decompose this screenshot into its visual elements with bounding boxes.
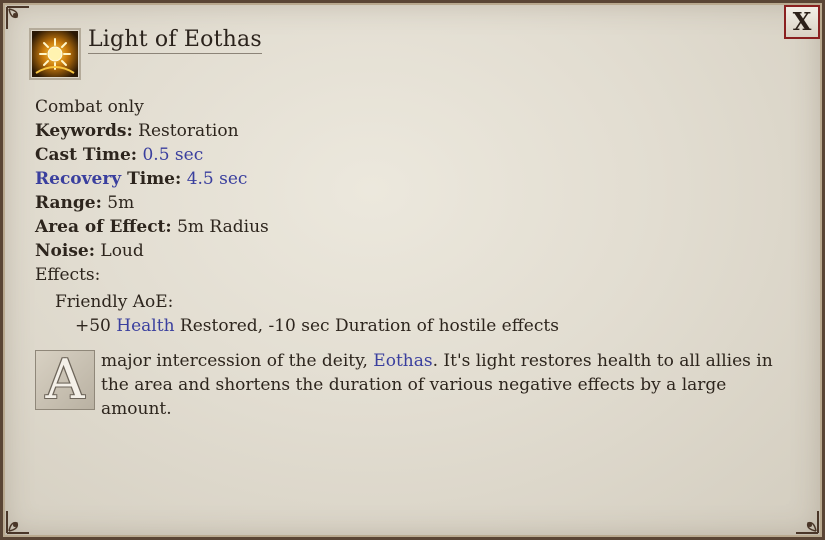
ability-description: A major intercession of the deity, Eotha…	[35, 349, 775, 421]
recovery-time-value: 4.5 sec	[186, 169, 248, 189]
ability-tooltip-panel: X Light of Eothas Combat only Keywords: …	[0, 0, 825, 540]
recovery-time-label: Time:	[121, 169, 182, 189]
recovery-link[interactable]: Recovery	[35, 169, 121, 189]
cast-time-value: 0.5 sec	[142, 145, 204, 165]
friendly-aoe-label: Friendly AoE:	[55, 292, 174, 312]
ability-title: Light of Eothas	[88, 27, 262, 54]
range-label: Range:	[35, 193, 102, 213]
cast-time-row: Cast Time: 0.5 sec	[35, 143, 559, 167]
recovery-time-row: Recovery Time: 4.5 sec	[35, 167, 559, 191]
close-button-label: X	[792, 7, 812, 36]
health-link[interactable]: Health	[116, 316, 174, 336]
range-row: Range: 5m	[35, 191, 559, 215]
effect-prefix: +50	[75, 316, 117, 336]
noise-row: Noise: Loud	[35, 239, 559, 263]
cast-time-label: Cast Time:	[35, 145, 138, 165]
area-of-effect-label: Area of Effect:	[35, 217, 172, 237]
ability-stats: Combat only Keywords: Restoration Cast T…	[35, 95, 559, 338]
sun-burst-icon	[32, 31, 78, 77]
drop-cap-initial: A	[35, 350, 95, 410]
effect-line: +50 Health Restored, -10 sec Duration of…	[35, 314, 559, 338]
close-button[interactable]: X	[784, 5, 820, 39]
deity-link[interactable]: Eothas	[373, 351, 432, 371]
keywords-row: Keywords: Restoration	[35, 119, 559, 143]
corner-ornament-icon	[796, 511, 819, 534]
corner-ornament-icon	[6, 511, 29, 534]
area-of-effect-value: 5m Radius	[177, 217, 269, 237]
effect-suffix: Restored, -10 sec Duration of hostile ef…	[174, 316, 559, 336]
area-of-effect-row: Area of Effect: 5m Radius	[35, 215, 559, 239]
effects-label: Effects:	[35, 265, 101, 285]
keywords-label: Keywords:	[35, 121, 133, 141]
combat-only-text: Combat only	[35, 97, 144, 117]
noise-value: Loud	[100, 241, 144, 261]
noise-label: Noise:	[35, 241, 95, 261]
range-value: 5m	[107, 193, 135, 213]
drop-cap-letter: A	[45, 348, 85, 411]
corner-ornament-icon	[6, 6, 29, 29]
description-text-part1: major intercession of the deity,	[101, 351, 374, 371]
keywords-value: Restoration	[138, 121, 239, 141]
ability-icon-frame	[29, 28, 81, 80]
